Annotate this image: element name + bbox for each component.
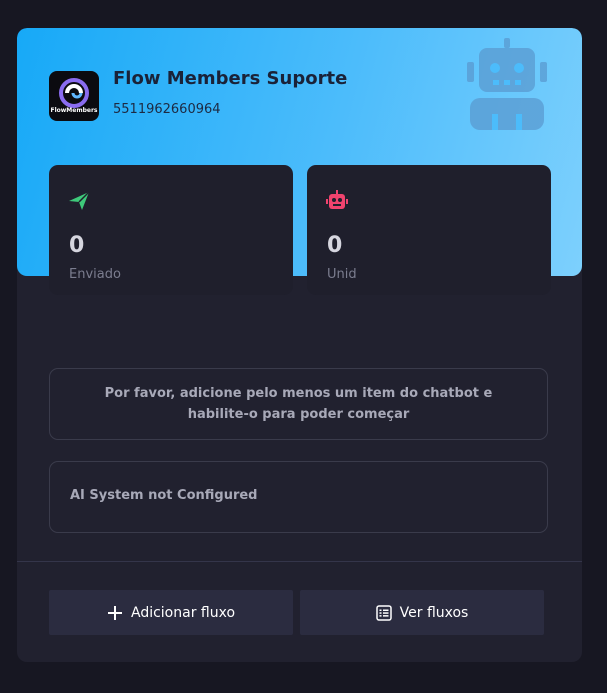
stat-unid-label: Unid [327, 267, 357, 282]
paper-plane-icon [69, 191, 90, 210]
bot-logo: FlowMembers [49, 71, 99, 121]
bot-phone: 5511962660964 [113, 102, 221, 117]
list-icon [375, 604, 392, 621]
logo-wordmark: FlowMembers [50, 107, 98, 114]
stat-sent: 0 Enviado [49, 165, 293, 295]
view-flows-button[interactable]: Ver fluxos [300, 590, 544, 635]
add-flow-button[interactable]: Adicionar fluxo [49, 590, 293, 635]
chatbot-notice: Por favor, adicione pelo menos um item d… [49, 368, 548, 440]
add-flow-label: Adicionar fluxo [130, 604, 236, 621]
robot-icon [326, 190, 348, 209]
robot-watermark-icon [467, 38, 547, 130]
stat-unid: 0 Unid [307, 165, 551, 295]
stat-sent-value: 0 [69, 233, 85, 258]
view-flows-label: Ver fluxos [399, 604, 469, 621]
plus-icon [107, 605, 122, 620]
ai-status-notice: AI System not Configured [49, 461, 548, 533]
stat-sent-label: Enviado [69, 267, 121, 282]
bot-name: Flow Members Suporte [113, 68, 348, 89]
bot-card: FlowMembers Flow Members Suporte 5511962… [17, 28, 582, 662]
stat-unid-value: 0 [327, 233, 343, 258]
divider [17, 561, 582, 562]
